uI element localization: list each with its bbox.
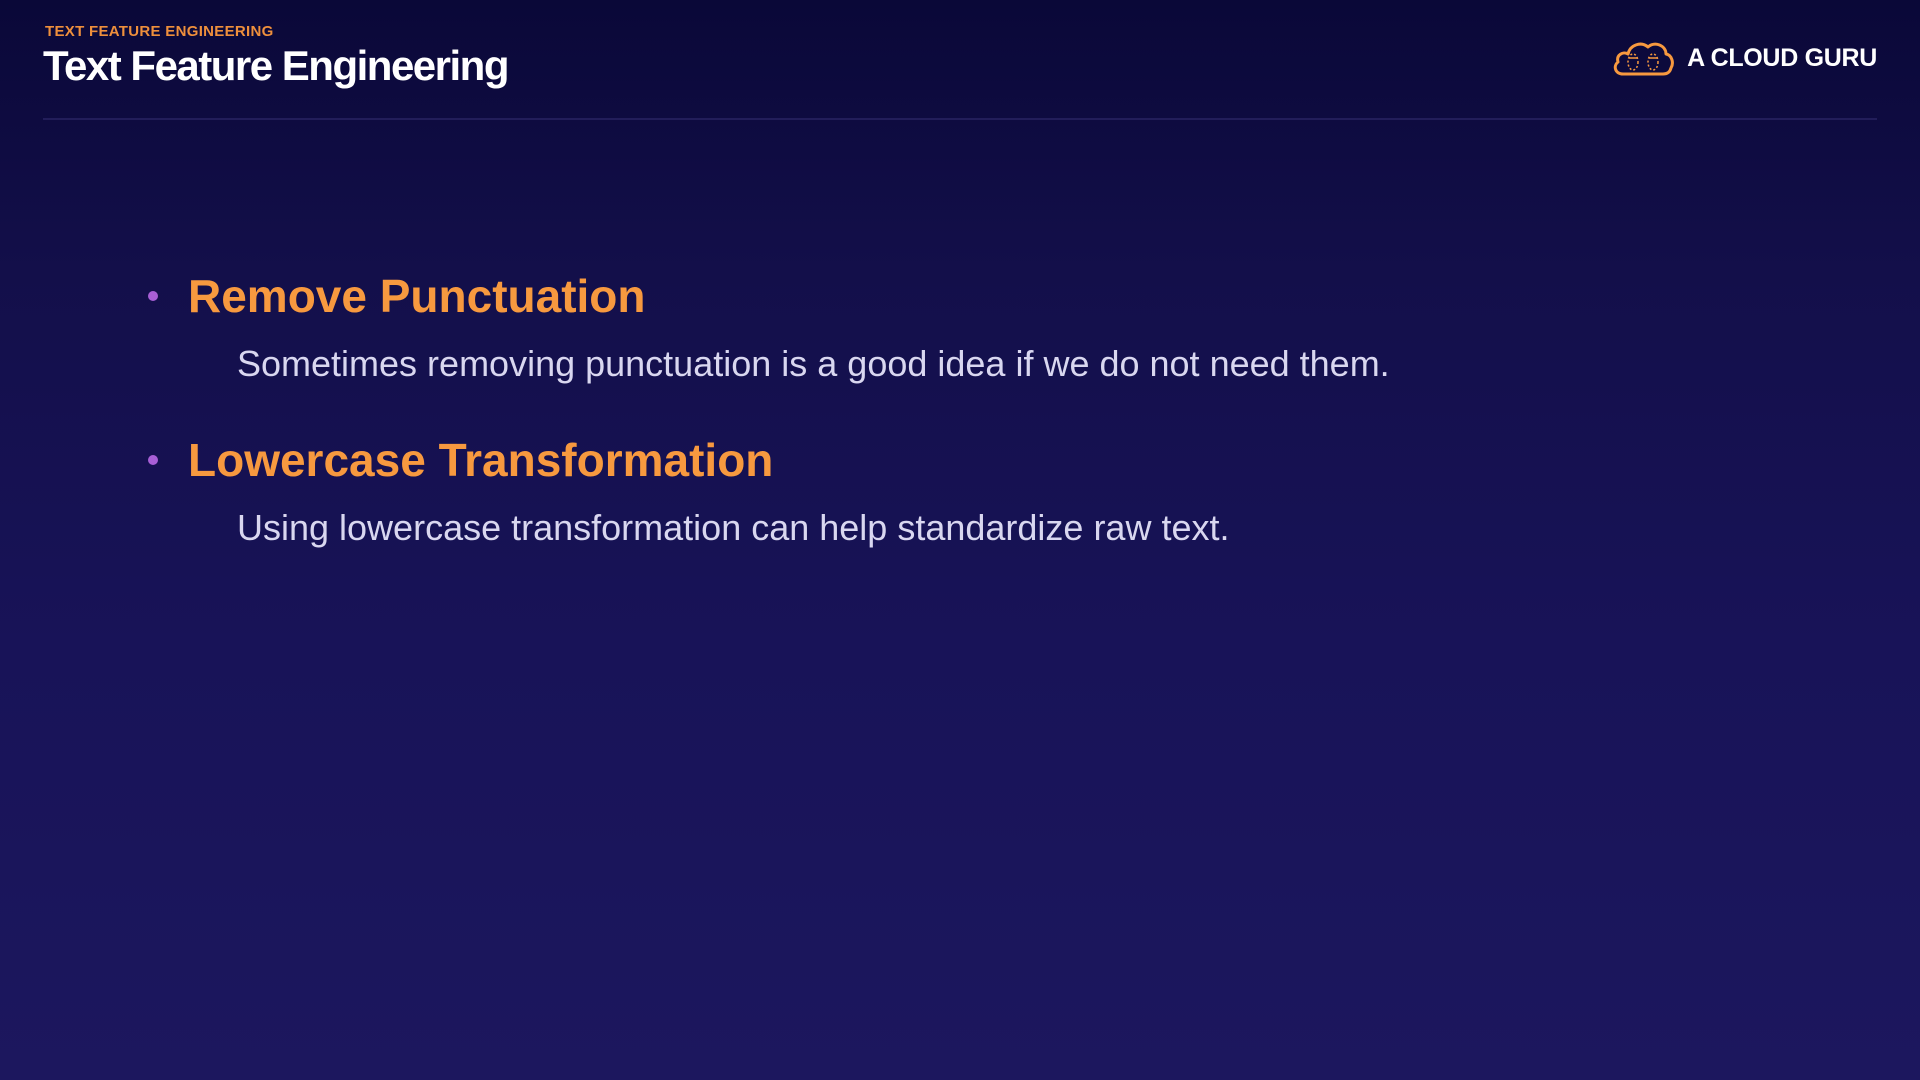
slide-header: TEXT FEATURE ENGINEERING Text Feature En… bbox=[43, 0, 1877, 120]
bullet-description: Using lowercase transformation can help … bbox=[237, 507, 1230, 548]
bullet-description: Sometimes removing punctuation is a good… bbox=[237, 343, 1390, 384]
slide-content: Remove Punctuation Sometimes removing pu… bbox=[148, 265, 1748, 593]
bullet-item: Lowercase Transformation Using lowercase… bbox=[148, 429, 1748, 549]
bullet-heading-row: Lowercase Transformation bbox=[148, 429, 1748, 491]
section-label: TEXT FEATURE ENGINEERING bbox=[45, 23, 274, 40]
bullet-item: Remove Punctuation Sometimes removing pu… bbox=[148, 265, 1748, 385]
bullet-title: Lowercase Transformation bbox=[188, 434, 774, 486]
bullet-dot-icon bbox=[148, 291, 158, 301]
slide-title: Text Feature Engineering bbox=[43, 42, 510, 89]
cloud-icon bbox=[1613, 42, 1674, 76]
bullet-title: Remove Punctuation bbox=[188, 270, 646, 322]
brand-name: A CLOUD GURU bbox=[1687, 43, 1877, 72]
bullet-heading-row: Remove Punctuation bbox=[148, 265, 1748, 327]
bullet-dot-icon bbox=[148, 455, 158, 465]
brand-logo: A CLOUD GURU bbox=[1611, 36, 1877, 80]
